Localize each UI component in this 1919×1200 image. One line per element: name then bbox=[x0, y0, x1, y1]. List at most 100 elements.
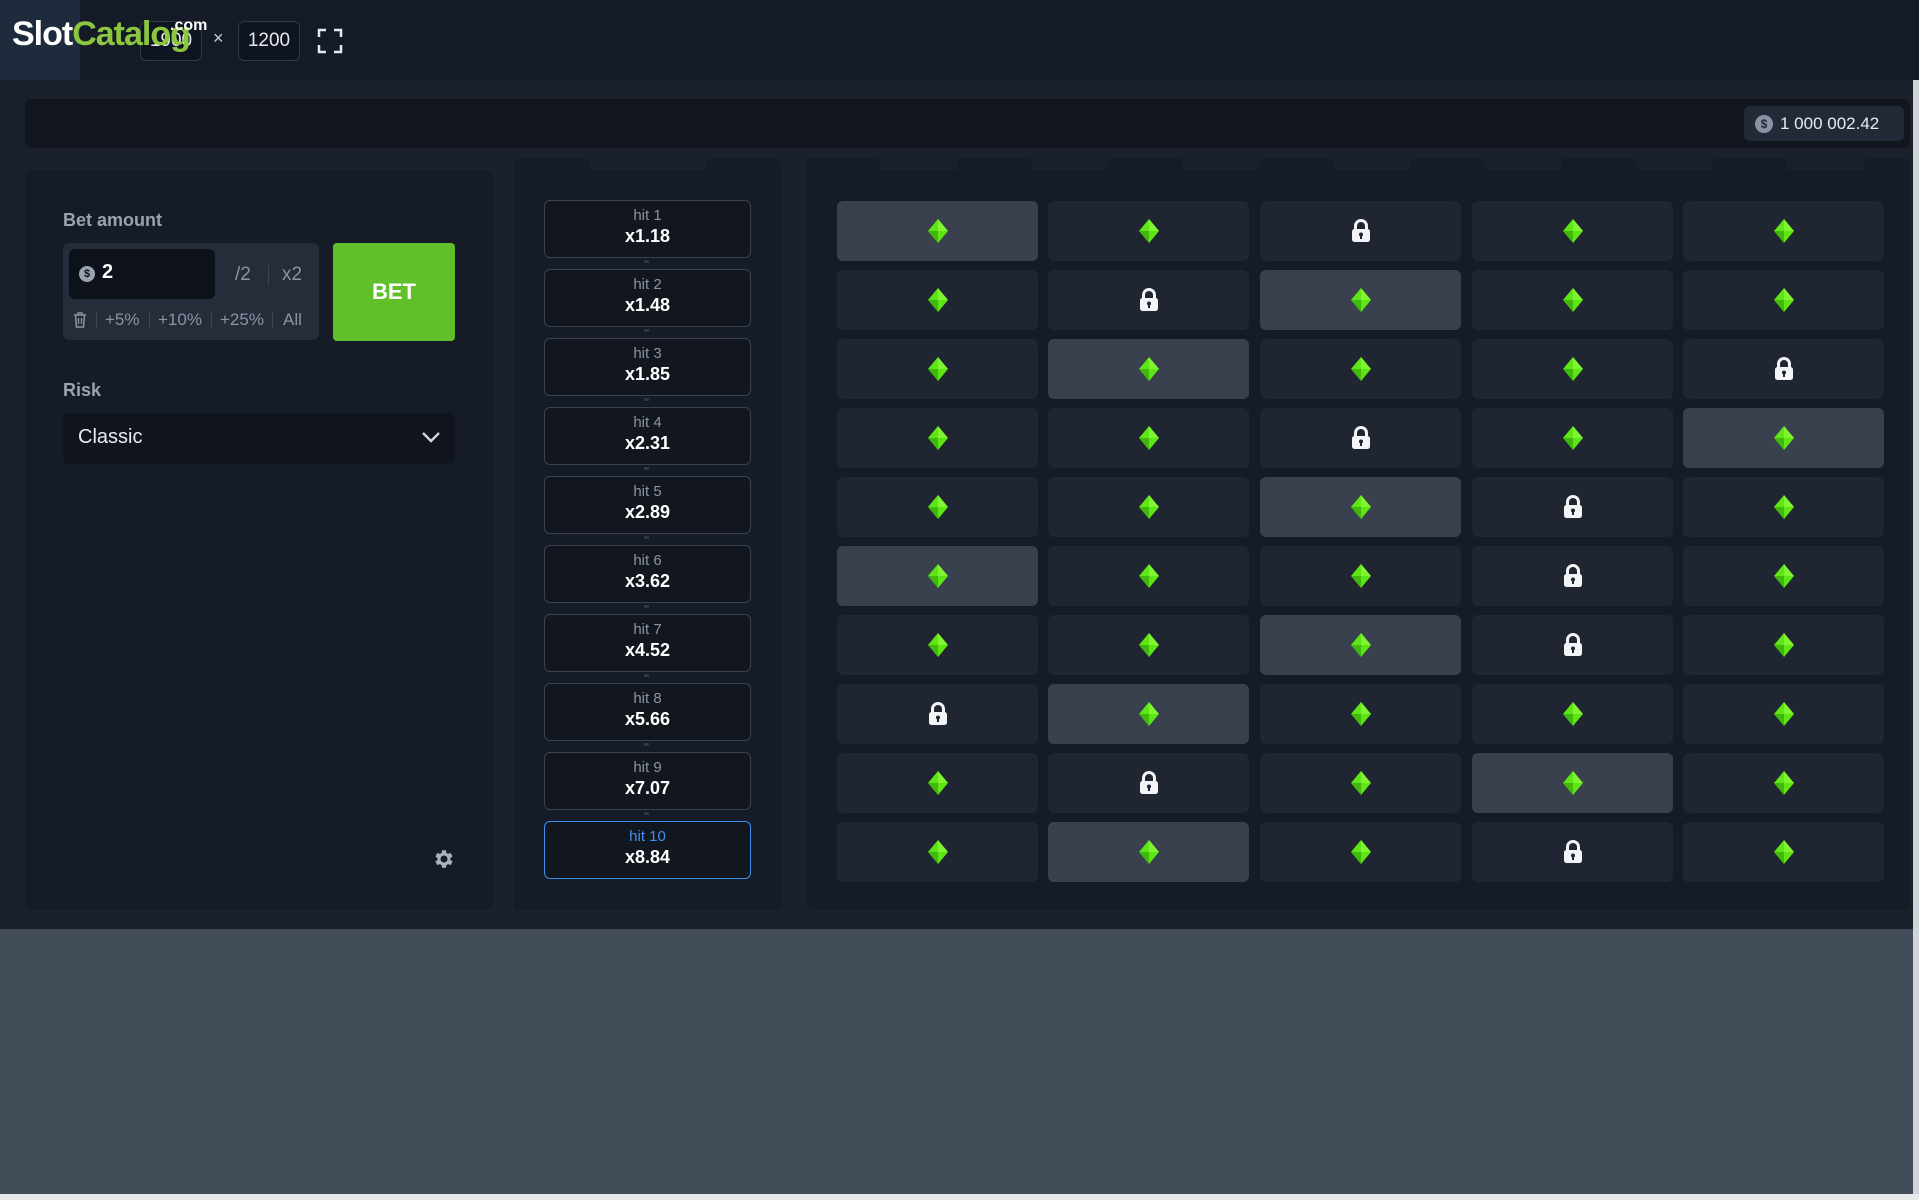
multiplier-value: x4.52 bbox=[624, 640, 671, 660]
multiplier-value: x2.89 bbox=[624, 502, 671, 522]
risk-select[interactable]: Classic bbox=[63, 413, 455, 464]
grid-cell[interactable] bbox=[1683, 546, 1884, 606]
grid-cell[interactable] bbox=[837, 753, 1038, 813]
grid-cell[interactable] bbox=[1260, 615, 1461, 675]
grid-cell[interactable] bbox=[1683, 339, 1884, 399]
all-in-button[interactable]: All bbox=[283, 310, 302, 330]
grid-cell[interactable] bbox=[1260, 684, 1461, 744]
grid-cell[interactable] bbox=[1260, 201, 1461, 261]
height-input[interactable]: 1200 bbox=[238, 21, 300, 61]
multiplier-value: x7.07 bbox=[624, 778, 671, 798]
divider bbox=[272, 311, 273, 329]
fullscreen-icon[interactable] bbox=[317, 28, 343, 54]
grid-cell[interactable] bbox=[837, 822, 1038, 882]
grid-cell[interactable] bbox=[1048, 339, 1249, 399]
grid-cell[interactable] bbox=[1048, 822, 1249, 882]
balance-amount: 1 000 002.42 bbox=[1780, 114, 1880, 133]
grid-cell[interactable] bbox=[1048, 684, 1249, 744]
plus-5-percent-button[interactable]: +5% bbox=[105, 310, 140, 330]
bottom-strip bbox=[0, 1194, 1919, 1200]
grid-tab bbox=[1259, 158, 1334, 172]
grid-tab bbox=[1864, 158, 1910, 172]
divider bbox=[96, 311, 97, 329]
dollar-coin-icon: $ bbox=[79, 266, 95, 282]
grid-cell[interactable] bbox=[1472, 684, 1673, 744]
grid-cell[interactable] bbox=[837, 615, 1038, 675]
half-bet-button[interactable]: /2 bbox=[235, 264, 251, 286]
grid-cell[interactable] bbox=[1683, 753, 1884, 813]
scrollbar[interactable] bbox=[1913, 80, 1919, 1194]
grid-cell[interactable] bbox=[1260, 477, 1461, 537]
grid-cell[interactable] bbox=[1472, 753, 1673, 813]
hit-count-label: hit 9 bbox=[633, 759, 662, 776]
plus-25-percent-button[interactable]: +25% bbox=[220, 310, 264, 330]
grid-cell[interactable] bbox=[1048, 477, 1249, 537]
grid-cell[interactable] bbox=[837, 408, 1038, 468]
grid-cell[interactable] bbox=[1683, 684, 1884, 744]
grid-cell[interactable] bbox=[1048, 201, 1249, 261]
hit-count-label: hit 4 bbox=[633, 414, 662, 431]
grid-cell[interactable] bbox=[1472, 615, 1673, 675]
grid-cell[interactable] bbox=[1260, 339, 1461, 399]
grid-cell[interactable] bbox=[1472, 339, 1673, 399]
grid-cell[interactable] bbox=[837, 477, 1038, 537]
grid-cell[interactable] bbox=[1260, 822, 1461, 882]
grid-cell[interactable] bbox=[837, 339, 1038, 399]
grid-cell[interactable] bbox=[1048, 270, 1249, 330]
multiplier-value: x1.18 bbox=[624, 226, 671, 246]
grid-cell[interactable] bbox=[1472, 201, 1673, 261]
grid-cell[interactable] bbox=[1683, 477, 1884, 537]
multiplier-item: hit 3 x1.85 bbox=[544, 338, 751, 396]
grid-cell[interactable] bbox=[1683, 201, 1884, 261]
panel-tab bbox=[514, 158, 590, 172]
logo-dotcom-text: .com bbox=[170, 17, 208, 34]
grid-cell[interactable] bbox=[1472, 270, 1673, 330]
multiplier-item: hit 1 x1.18 bbox=[544, 200, 751, 258]
grid-cell[interactable] bbox=[837, 546, 1038, 606]
plus-10-percent-button[interactable]: +10% bbox=[158, 310, 202, 330]
multiplier-value: x3.62 bbox=[624, 571, 671, 591]
grid-cell[interactable] bbox=[1260, 546, 1461, 606]
connector-dot bbox=[644, 329, 649, 332]
grid-cell[interactable] bbox=[1472, 408, 1673, 468]
grid-cell[interactable] bbox=[1683, 615, 1884, 675]
grid-tab bbox=[1410, 158, 1485, 172]
grid-cell[interactable] bbox=[1260, 753, 1461, 813]
grid-cell[interactable] bbox=[1683, 822, 1884, 882]
risk-value: Classic bbox=[78, 426, 143, 448]
grid-cell[interactable] bbox=[1260, 270, 1461, 330]
grid-cell[interactable] bbox=[1260, 408, 1461, 468]
hit-count-label: hit 1 bbox=[633, 207, 662, 224]
grid-cell[interactable] bbox=[1472, 822, 1673, 882]
divider bbox=[268, 265, 269, 285]
grid-cell[interactable] bbox=[1472, 477, 1673, 537]
grid-cell[interactable] bbox=[1472, 546, 1673, 606]
multiplier-item: hit 4 x2.31 bbox=[544, 407, 751, 465]
trash-icon[interactable] bbox=[72, 311, 88, 329]
bet-button[interactable]: BET bbox=[333, 243, 455, 341]
hit-count-label: hit 2 bbox=[633, 276, 662, 293]
connector-dot bbox=[644, 812, 649, 815]
grid-cell[interactable] bbox=[1683, 270, 1884, 330]
grid-cell[interactable] bbox=[837, 270, 1038, 330]
grid-tab bbox=[806, 158, 881, 172]
multiplier-item: hit 2 x1.48 bbox=[544, 269, 751, 327]
connector-dot bbox=[644, 398, 649, 401]
risk-label: Risk bbox=[63, 380, 102, 400]
double-bet-button[interactable]: x2 bbox=[282, 264, 302, 286]
grid-cell[interactable] bbox=[1048, 546, 1249, 606]
gear-icon[interactable] bbox=[432, 847, 456, 871]
panel-tab bbox=[706, 158, 781, 172]
grid-cell[interactable] bbox=[1048, 753, 1249, 813]
bet-amount-input[interactable]: $ 2 bbox=[69, 249, 215, 299]
hit-count-label: hit 6 bbox=[633, 552, 662, 569]
grid-cell[interactable] bbox=[1048, 615, 1249, 675]
balance-display: $ 1 000 002.42 bbox=[1744, 106, 1904, 141]
grid-cell[interactable] bbox=[1048, 408, 1249, 468]
multiplier-item: hit 8 x5.66 bbox=[544, 683, 751, 741]
multiplier-value: x2.31 bbox=[624, 433, 671, 453]
grid-cell[interactable] bbox=[837, 201, 1038, 261]
grid-cell[interactable] bbox=[837, 684, 1038, 744]
grid-cell[interactable] bbox=[1683, 408, 1884, 468]
hit-count-label: hit 8 bbox=[633, 690, 662, 707]
